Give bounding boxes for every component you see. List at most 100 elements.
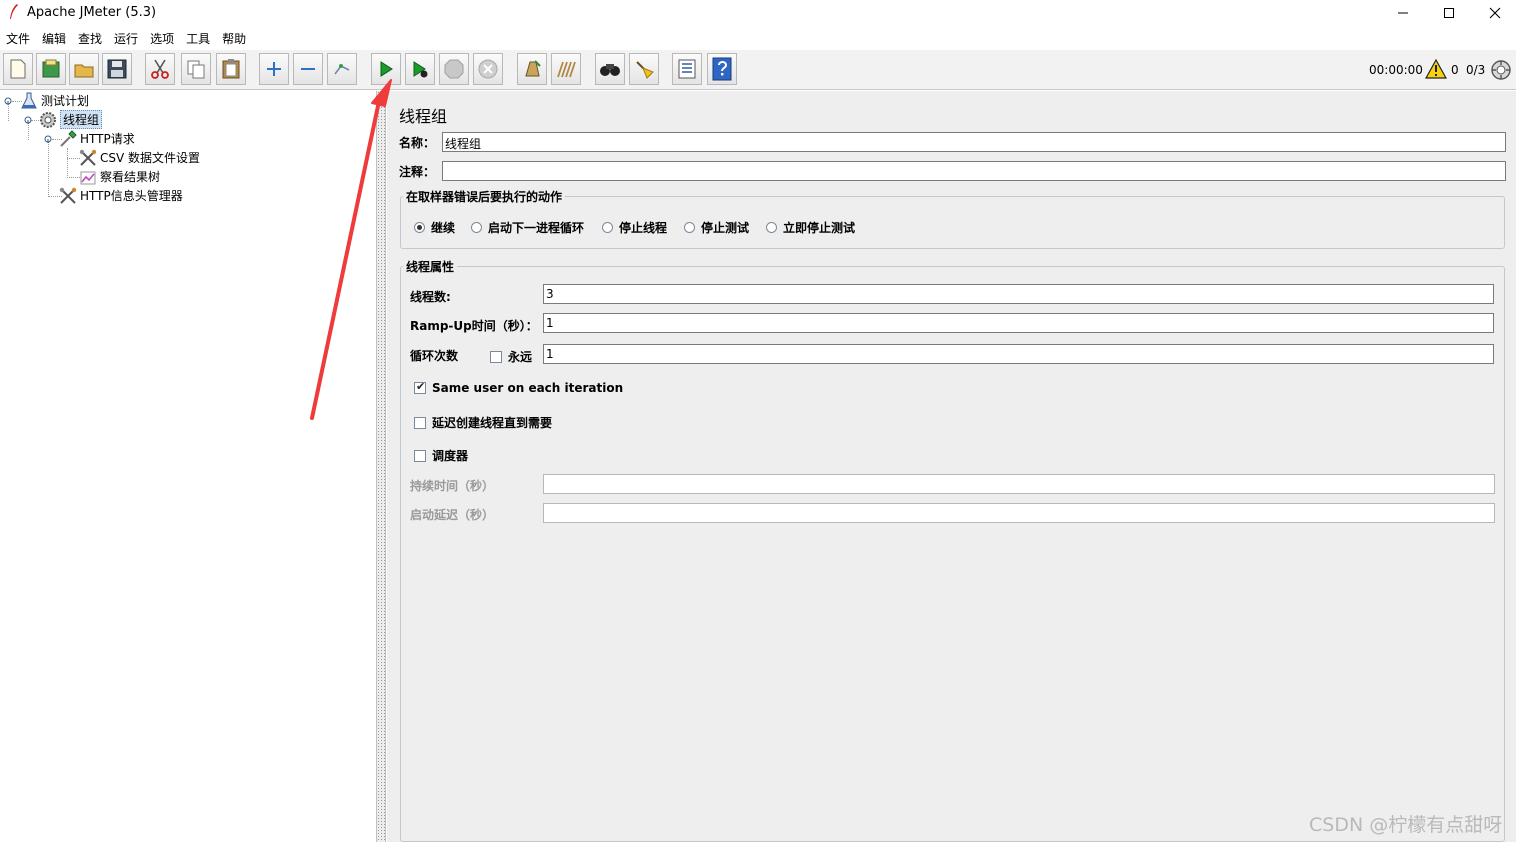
checkbox-indicator [490, 350, 502, 363]
toggle-icon [334, 64, 350, 75]
collapse-all-button[interactable] [293, 53, 323, 85]
title-bar: Apache JMeter (5.3) [0, 0, 1516, 26]
open-button[interactable] [69, 53, 99, 85]
copy-icon [187, 60, 205, 79]
num-threads-label: 线程数: [410, 290, 451, 304]
close-button[interactable] [1472, 0, 1516, 26]
loop-count-label: 循环次数 [410, 349, 459, 363]
startup-delay-label: 启动延迟（秒） [410, 508, 495, 522]
toggle-button[interactable] [327, 53, 357, 85]
expand-icon [267, 62, 281, 76]
tree-node-result-tree[interactable]: 察看结果树 [79, 167, 160, 186]
tree-label-csv-config: CSV 数据文件设置 [100, 151, 201, 165]
reset-search-icon [636, 61, 654, 79]
num-threads-field[interactable]: 3 [543, 284, 1494, 304]
maximize-icon [1444, 8, 1454, 18]
start-icon [380, 61, 393, 77]
clear-all-icon [557, 61, 576, 78]
scheduler-checkbox[interactable]: 调度器 [414, 447, 468, 464]
tree-label-header-manager: HTTP信息头管理器 [80, 189, 183, 203]
config-tools-icon [79, 149, 97, 167]
maximize-button[interactable] [1426, 0, 1472, 26]
action-next-loop-radio[interactable]: 启动下一进程循环 [471, 219, 584, 236]
templates-icon [42, 59, 60, 78]
tree-node-header-manager[interactable]: HTTP信息头管理器 [59, 186, 183, 205]
cut-button[interactable] [145, 53, 175, 85]
action-next-loop-label: 启动下一进程循环 [488, 221, 585, 235]
action-stop-test-radio[interactable]: 停止测试 [684, 219, 749, 236]
expand-all-button[interactable] [259, 53, 289, 85]
new-button[interactable] [3, 53, 33, 85]
duration-label: 持续时间（秒） [410, 479, 495, 493]
action-stop-test-now-label: 立即停止测试 [783, 221, 856, 235]
tree-toggle-thread-group[interactable] [24, 116, 32, 124]
close-icon [1489, 7, 1501, 19]
warning-icon[interactable] [1425, 59, 1447, 79]
radio-indicator [471, 222, 482, 233]
tree-toggle-http-request[interactable] [44, 135, 52, 143]
start-no-pauses-button[interactable] [405, 53, 435, 85]
reset-search-button[interactable] [629, 53, 659, 85]
cut-icon [151, 59, 169, 79]
function-helper-button[interactable] [672, 53, 702, 85]
start-no-pause-icon [413, 61, 428, 78]
search-button[interactable] [595, 53, 625, 85]
duration-field[interactable] [543, 474, 1495, 494]
minimize-button[interactable] [1380, 0, 1426, 26]
same-user-checkbox[interactable]: Same user on each iteration [414, 380, 624, 395]
clear-icon [525, 60, 541, 77]
menu-edit[interactable]: 编辑 [36, 26, 72, 48]
radio-indicator [684, 222, 695, 233]
stop-icon [444, 59, 464, 79]
name-field[interactable]: 线程组 [442, 132, 1506, 152]
templates-button[interactable] [36, 53, 66, 85]
delay-thread-creation-label: 延迟创建线程直到需要 [432, 416, 553, 430]
help-button[interactable] [707, 53, 737, 85]
test-plan-tree: 测试计划 线程组 HTTP请求 CSV 数据文件设置 察看结果树 HTTP信息头… [0, 91, 376, 842]
paste-button[interactable] [216, 53, 246, 85]
rampup-field[interactable]: 1 [543, 313, 1494, 333]
comment-label: 注释： [399, 165, 436, 179]
checkbox-indicator [414, 449, 426, 462]
same-user-label: Same user on each iteration [432, 381, 624, 395]
tree-node-test-plan[interactable]: 测试计划 [20, 91, 89, 110]
loop-count-field[interactable]: 1 [543, 344, 1494, 364]
loop-forever-label: 永远 [508, 350, 533, 364]
radio-indicator [766, 222, 777, 233]
split-pane-divider[interactable] [376, 91, 386, 842]
delay-thread-creation-checkbox[interactable]: 延迟创建线程直到需要 [414, 414, 552, 431]
panel-title: 线程组 [399, 107, 448, 126]
thread-group-panel: 线程组 名称： 线程组 注释： 在取样器错误后要执行的动作 继续 启动下一进程循… [387, 91, 1516, 842]
tree-toggle-test-plan[interactable] [4, 97, 12, 105]
open-icon [74, 64, 94, 78]
loop-forever-checkbox[interactable]: 永远 [490, 348, 532, 365]
shutdown-button[interactable] [473, 53, 503, 85]
menu-tools[interactable]: 工具 [180, 26, 216, 48]
menu-bar: 文件 编辑 查找 运行 选项 工具 帮助 [0, 26, 1516, 48]
menu-search[interactable]: 查找 [72, 26, 108, 48]
shutdown-icon [478, 59, 498, 79]
comment-field[interactable] [442, 161, 1506, 181]
clear-button[interactable] [517, 53, 547, 85]
menu-options[interactable]: 选项 [144, 26, 180, 48]
action-continue-radio[interactable]: 继续 [414, 219, 455, 236]
menu-help[interactable]: 帮助 [216, 26, 252, 48]
menu-file[interactable]: 文件 [0, 26, 36, 48]
start-button[interactable] [371, 53, 401, 85]
tree-node-csv-config[interactable]: CSV 数据文件设置 [79, 148, 200, 167]
startup-delay-field[interactable] [543, 503, 1495, 523]
tree-node-http-request[interactable]: HTTP请求 [59, 129, 135, 148]
save-button[interactable] [102, 53, 132, 85]
menu-run[interactable]: 运行 [108, 26, 144, 48]
tree-label-test-plan: 测试计划 [41, 94, 90, 108]
action-stop-thread-radio[interactable]: 停止线程 [602, 219, 667, 236]
minimize-icon [1398, 12, 1408, 14]
remote-engines-icon[interactable] [1490, 59, 1512, 81]
new-icon [10, 59, 26, 79]
clear-all-button[interactable] [551, 53, 581, 85]
sampler-error-action-title: 在取样器错误后要执行的动作 [403, 188, 566, 205]
action-stop-test-now-radio[interactable]: 立即停止测试 [766, 219, 855, 236]
tree-node-thread-group[interactable]: 线程组 [39, 110, 103, 129]
stop-button[interactable] [439, 53, 469, 85]
copy-button[interactable] [181, 53, 211, 85]
